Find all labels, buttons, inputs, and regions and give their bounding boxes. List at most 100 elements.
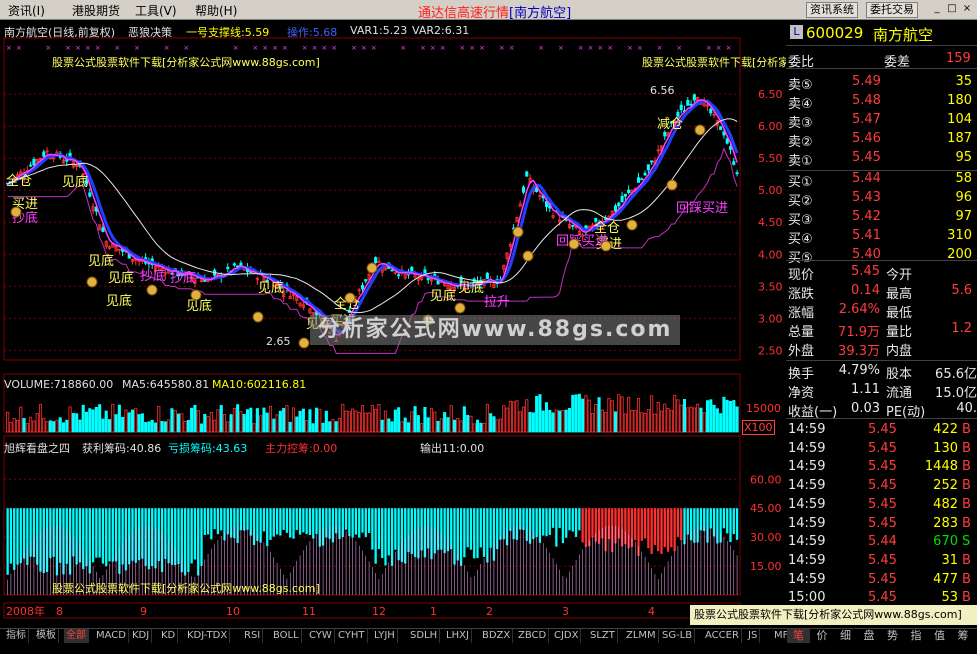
indicator-tab-zbcd[interactable]: ZBCD: [516, 629, 550, 643]
indicator-tab-全部[interactable]: 全部: [64, 629, 89, 643]
volume-bar: [436, 420, 440, 433]
volume-bar: [564, 409, 568, 433]
volume-bar: [124, 409, 128, 433]
indicator-tab-macd[interactable]: MACD: [94, 629, 129, 643]
tick-volume: 252: [933, 478, 958, 494]
panel-tab-0[interactable]: 笔: [787, 629, 810, 643]
signal-marker: ×: [716, 44, 722, 52]
volume-bar: [308, 409, 312, 433]
quote-label: 现价: [788, 268, 815, 283]
signal-marker: ×: [6, 44, 12, 52]
volume-bar: [370, 404, 374, 433]
order-level-price: 5.45: [852, 150, 881, 165]
volume-bar: [278, 410, 282, 433]
volume-bar: [130, 409, 135, 433]
candle-body: [663, 131, 667, 137]
panel-tab-5[interactable]: 指: [905, 629, 928, 643]
trade-button[interactable]: 委托交易: [866, 2, 918, 18]
volume-bar: [600, 409, 604, 433]
panel-tab-1[interactable]: 价: [811, 629, 834, 643]
volume-bar: [686, 407, 690, 433]
tick-price: 5.45: [868, 478, 897, 494]
volume-bar: [193, 404, 197, 433]
volume-bar: [121, 417, 125, 433]
volume-bar: [512, 401, 516, 433]
high-price-label: 6.56: [650, 84, 675, 97]
signal-marker: ×: [440, 44, 446, 52]
panel-tab-7[interactable]: 筹: [952, 629, 975, 643]
indicator-tab-sg-lb[interactable]: SG-LB: [660, 629, 696, 643]
tick-volume: 482: [933, 496, 958, 512]
volume-bar: [604, 412, 608, 433]
volume-bar: [265, 412, 269, 433]
signal-marker: ×: [420, 44, 426, 52]
candle-body: [42, 151, 46, 157]
menu-help[interactable]: 帮助(H): [195, 2, 237, 19]
indicator-tab-cjdx[interactable]: CJDX: [552, 629, 582, 643]
date-label: 4: [648, 605, 655, 618]
menu-info[interactable]: 资讯(I): [8, 2, 45, 19]
indicator-tab-js[interactable]: JS: [746, 629, 761, 643]
volume-bar: [331, 419, 335, 433]
indicator-tab-kd[interactable]: KD: [159, 629, 179, 643]
volume-bar: [581, 398, 585, 433]
volume-bar: [584, 395, 588, 433]
loss-chips: 亏损筹码:43.63: [168, 442, 248, 455]
indicator-tab-cyht[interactable]: CYHT: [336, 629, 368, 643]
volume-bar: [255, 408, 259, 433]
indicator-tab-zlmm[interactable]: ZLMM: [624, 629, 659, 643]
volume-bar: [357, 412, 361, 433]
close-icon[interactable]: ×: [960, 3, 974, 16]
volume-bar: [81, 404, 85, 433]
volume-bar: [153, 422, 158, 433]
kline-chart[interactable]: 6.50 6.00 5.50 5.00 4.50 4.00 3.50 3.00 2.50 × × × ×…: [0, 20, 910, 628]
signal-marker: ×: [85, 44, 91, 52]
indicator-tab-cyw[interactable]: CYW: [307, 629, 335, 643]
indicator-tab-lyjh[interactable]: LYJH: [372, 629, 398, 643]
volume-bar: [489, 413, 493, 433]
entrust-diff-value: 159: [946, 51, 971, 66]
volume-bar: [449, 405, 453, 433]
order-level-price: 5.44: [852, 171, 881, 186]
indicator-tab-slzt[interactable]: SLZT: [588, 629, 618, 643]
indicator-tab-boll[interactable]: BOLL: [271, 629, 302, 643]
indicator-tab-指标[interactable]: 指标: [4, 629, 29, 643]
volume-bar: [538, 394, 542, 433]
panel-tab-3[interactable]: 盘: [858, 629, 881, 643]
volume-bar: [719, 413, 723, 433]
fin-label-2: 流通: [886, 386, 913, 401]
signal-annotation: 见底: [186, 298, 212, 314]
signal-marker: ×: [351, 44, 357, 52]
indicator-tab-accer[interactable]: ACCER: [703, 629, 742, 643]
indicator-tab-bdzx[interactable]: BDZX: [480, 629, 514, 643]
panel-tab-4[interactable]: 势: [881, 629, 904, 643]
minimize-icon[interactable]: _: [930, 3, 944, 16]
indicator-tab-kdj-tdx[interactable]: KDJ-TDX: [185, 629, 231, 643]
candle-body: [485, 272, 489, 280]
maximize-icon[interactable]: □: [945, 3, 959, 16]
volume-bar: [137, 414, 141, 433]
tick-flag: B: [962, 478, 971, 494]
volume-bar: [390, 421, 394, 433]
quote-label-2: 最低: [886, 306, 913, 321]
indicator-tab-sdlh[interactable]: SDLH: [408, 629, 441, 643]
volume-bar: [725, 399, 729, 433]
candle-body: [692, 94, 696, 101]
panel-tab-2[interactable]: 细: [834, 629, 857, 643]
indicator-tab-rsi[interactable]: RSI: [242, 629, 264, 643]
quote-label: 涨幅: [788, 306, 815, 321]
volume-bar: [429, 408, 434, 433]
menu-tools[interactable]: 工具(V): [135, 2, 177, 19]
menu-hk-futures[interactable]: 港股期货: [72, 2, 120, 19]
app-title: 通达信高速行情[南方航空]: [418, 6, 572, 21]
volume-bar: [180, 413, 184, 433]
volume-bar: [423, 406, 427, 433]
tick-time: 14:59: [788, 571, 826, 587]
indicator-tab-lhxj[interactable]: LHXJ: [444, 629, 472, 643]
indicator-tab-kdj[interactable]: KDJ: [130, 629, 153, 643]
indicator-tab-模板[interactable]: 模板: [34, 629, 59, 643]
volume-bar: [190, 407, 194, 433]
info-system-button[interactable]: 资讯系统: [806, 2, 858, 18]
panel-tab-6[interactable]: 值: [928, 629, 951, 643]
signal-marker: ×: [430, 44, 436, 52]
